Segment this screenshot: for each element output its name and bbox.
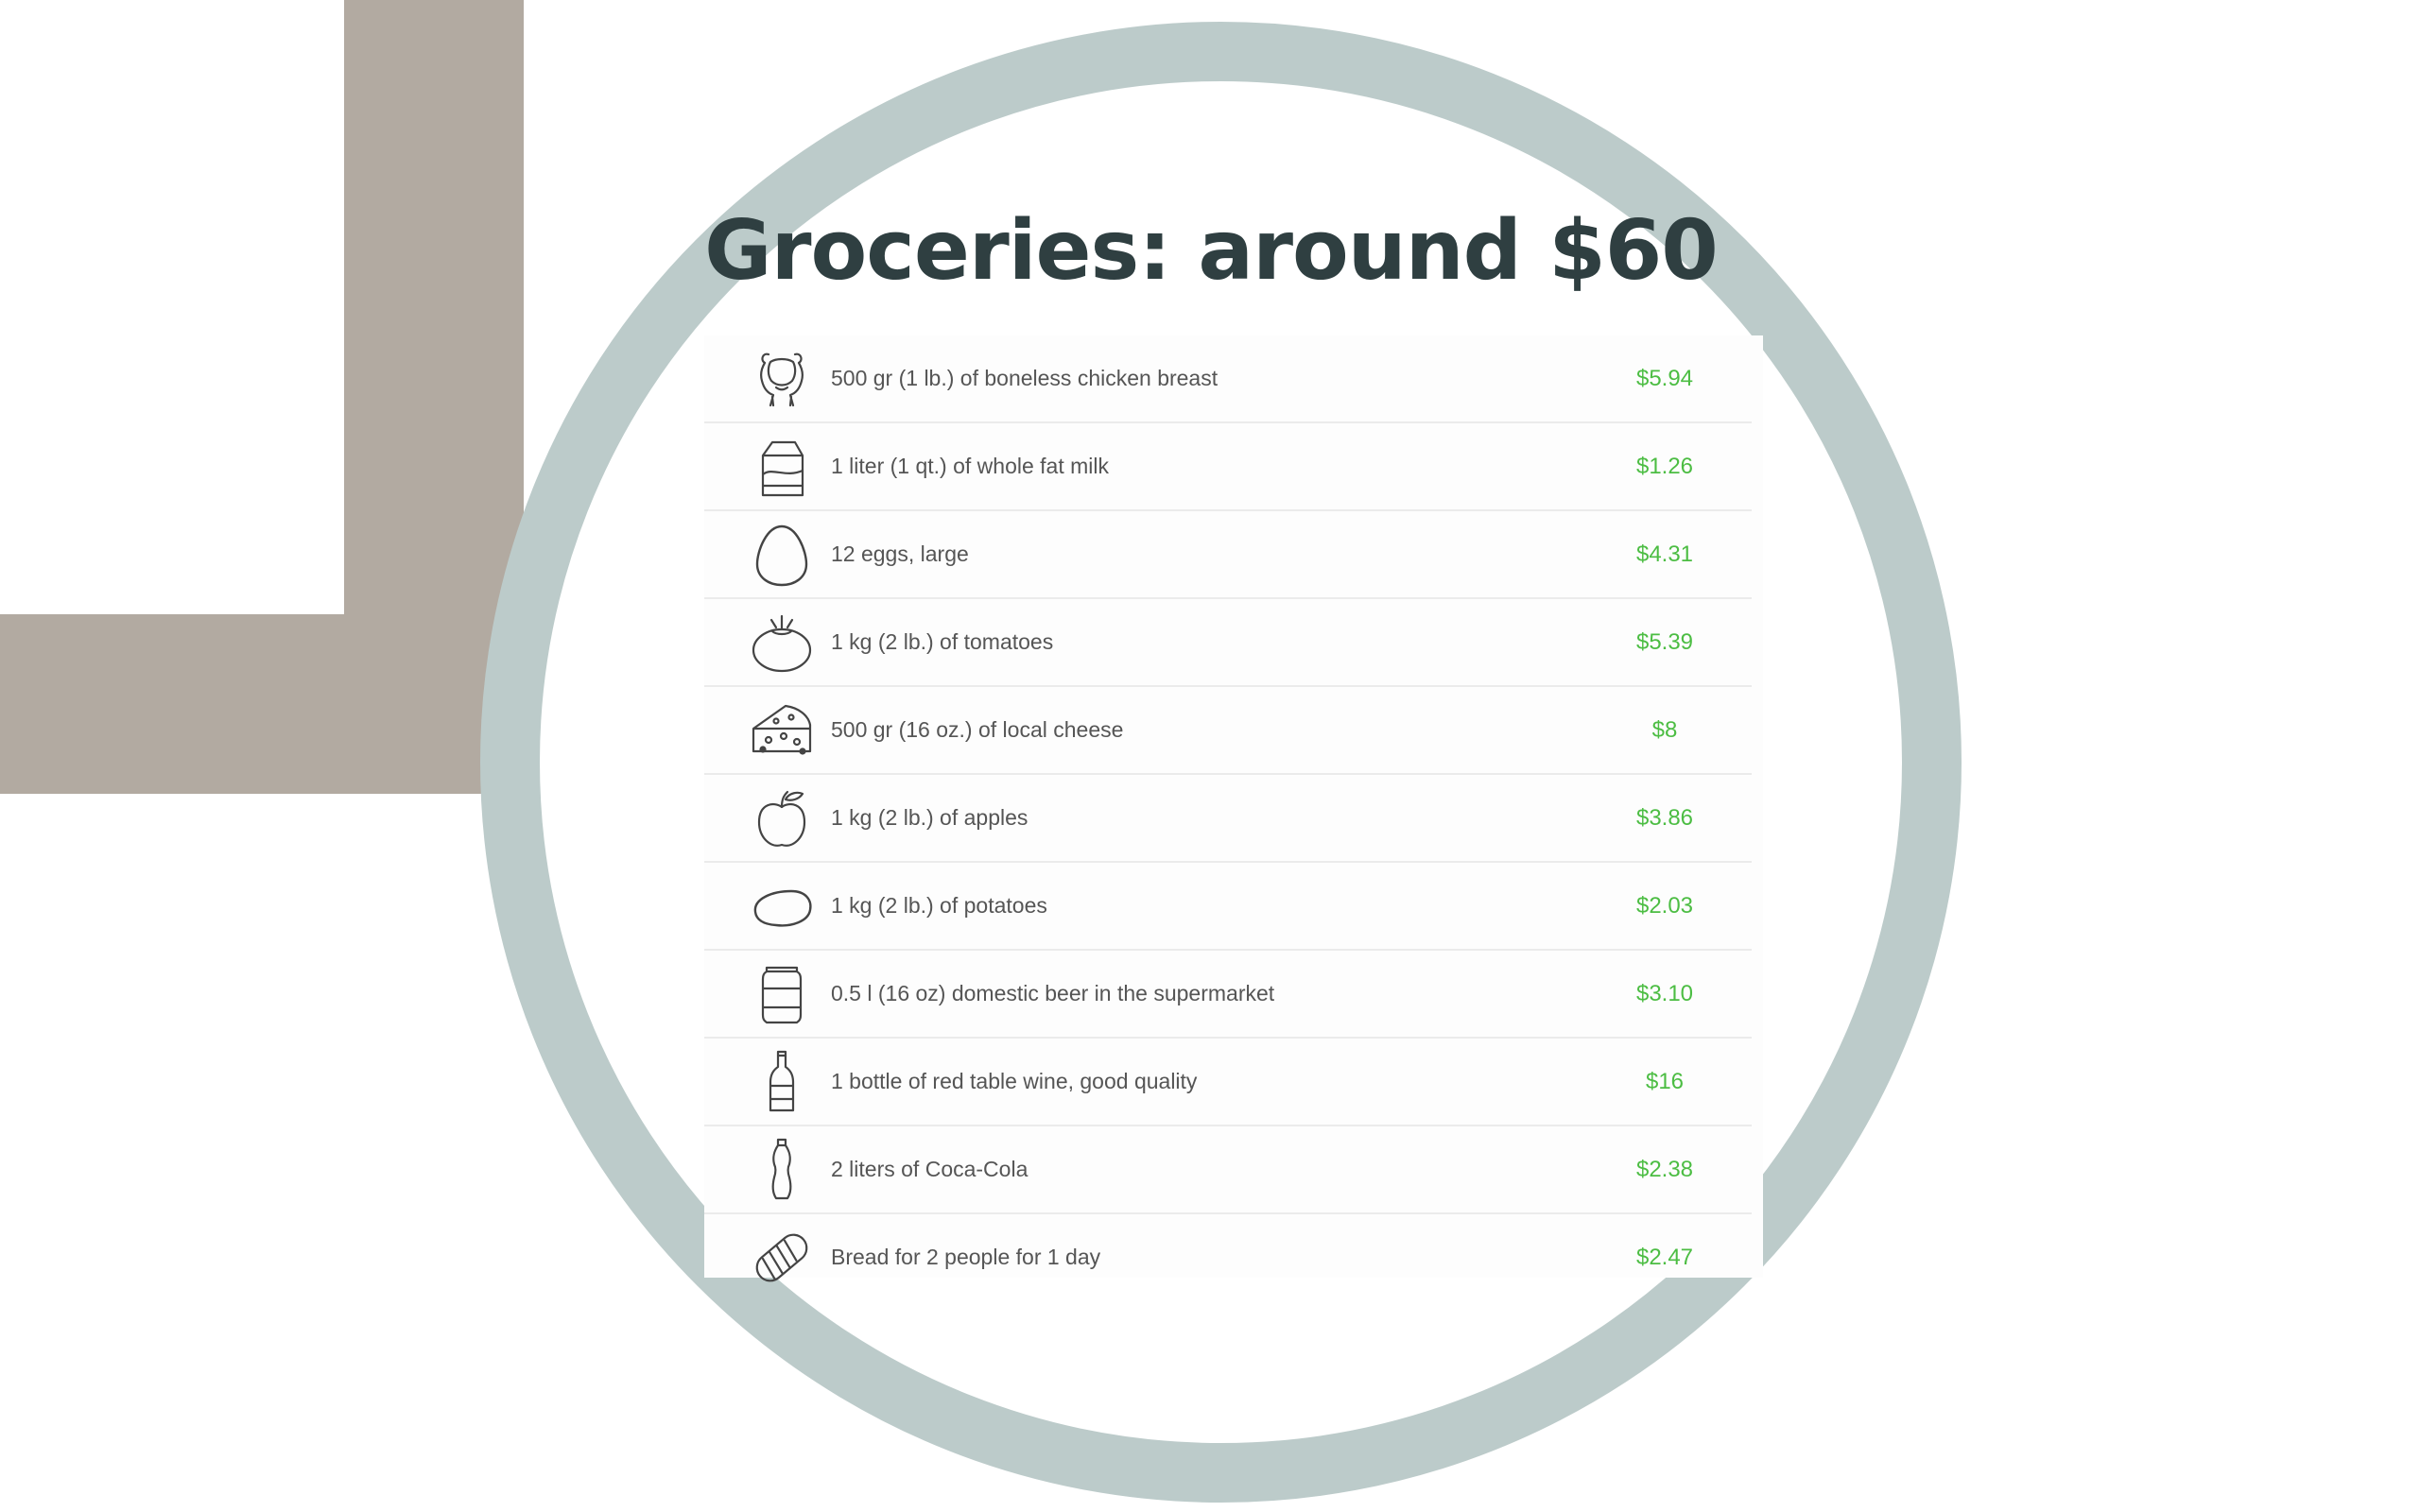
item-label: 1 kg (2 lb.) of apples — [831, 805, 1028, 830]
list-item: 500 gr (1 lb.) of boneless chicken breas… — [704, 335, 1752, 423]
background-horizontal-bar — [0, 614, 524, 794]
item-label: 1 liter (1 qt.) of whole fat milk — [831, 454, 1109, 478]
list-item: 0.5 l (16 oz) domestic beer in the super… — [704, 951, 1752, 1039]
grocery-list: 500 gr (1 lb.) of boneless chicken breas… — [704, 335, 1752, 1300]
list-item: 500 gr (16 oz.) of local cheese $8 — [704, 687, 1752, 775]
item-price: $1.26 — [1635, 453, 1694, 479]
milk-carton-icon — [746, 431, 818, 503]
item-label: 2 liters of Coca-Cola — [831, 1157, 1028, 1181]
egg-icon — [746, 519, 818, 591]
list-item: 1 liter (1 qt.) of whole fat milk $1.26 — [704, 423, 1752, 511]
item-price: $5.39 — [1635, 628, 1694, 655]
item-price: $16 — [1645, 1068, 1685, 1094]
list-item: Bread for 2 people for 1 day $2.47 — [704, 1214, 1752, 1300]
item-label: Bread for 2 people for 1 day — [831, 1245, 1101, 1269]
item-label: 500 gr (1 lb.) of boneless chicken breas… — [831, 366, 1219, 390]
page-title: Groceries: around $60 — [704, 202, 1719, 299]
item-label: 0.5 l (16 oz) domestic beer in the super… — [831, 981, 1275, 1005]
list-item: 12 eggs, large $4.31 — [704, 511, 1752, 599]
item-price: $5.94 — [1635, 365, 1694, 391]
wine-bottle-icon — [746, 1046, 818, 1118]
soda-bottle-icon — [746, 1134, 818, 1206]
bread-icon — [746, 1222, 818, 1294]
item-label: 12 eggs, large — [831, 541, 969, 566]
item-label: 1 kg (2 lb.) of potatoes — [831, 893, 1047, 918]
item-label: 1 bottle of red table wine, good quality — [831, 1069, 1198, 1093]
chicken-icon — [746, 343, 818, 415]
apple-icon — [746, 782, 818, 854]
tomato-icon — [746, 607, 818, 679]
item-price: $2.47 — [1635, 1244, 1694, 1270]
list-item: 1 kg (2 lb.) of potatoes $2.03 — [704, 863, 1752, 951]
list-item: 1 kg (2 lb.) of tomatoes $5.39 — [704, 599, 1752, 687]
item-price: $2.03 — [1635, 892, 1694, 919]
beer-can-icon — [746, 958, 818, 1030]
item-price: $3.86 — [1635, 804, 1694, 831]
item-price: $2.38 — [1635, 1156, 1694, 1182]
item-label: 500 gr (16 oz.) of local cheese — [831, 717, 1124, 742]
cheese-icon — [746, 695, 818, 766]
item-label: 1 kg (2 lb.) of tomatoes — [831, 629, 1054, 654]
list-item: 1 kg (2 lb.) of apples $3.86 — [704, 775, 1752, 863]
list-item: 1 bottle of red table wine, good quality… — [704, 1039, 1752, 1126]
list-item: 2 liters of Coca-Cola $2.38 — [704, 1126, 1752, 1214]
item-price: $8 — [1651, 716, 1678, 743]
potato-icon — [746, 870, 818, 942]
item-price: $4.31 — [1635, 541, 1694, 567]
item-price: $3.10 — [1635, 980, 1694, 1006]
